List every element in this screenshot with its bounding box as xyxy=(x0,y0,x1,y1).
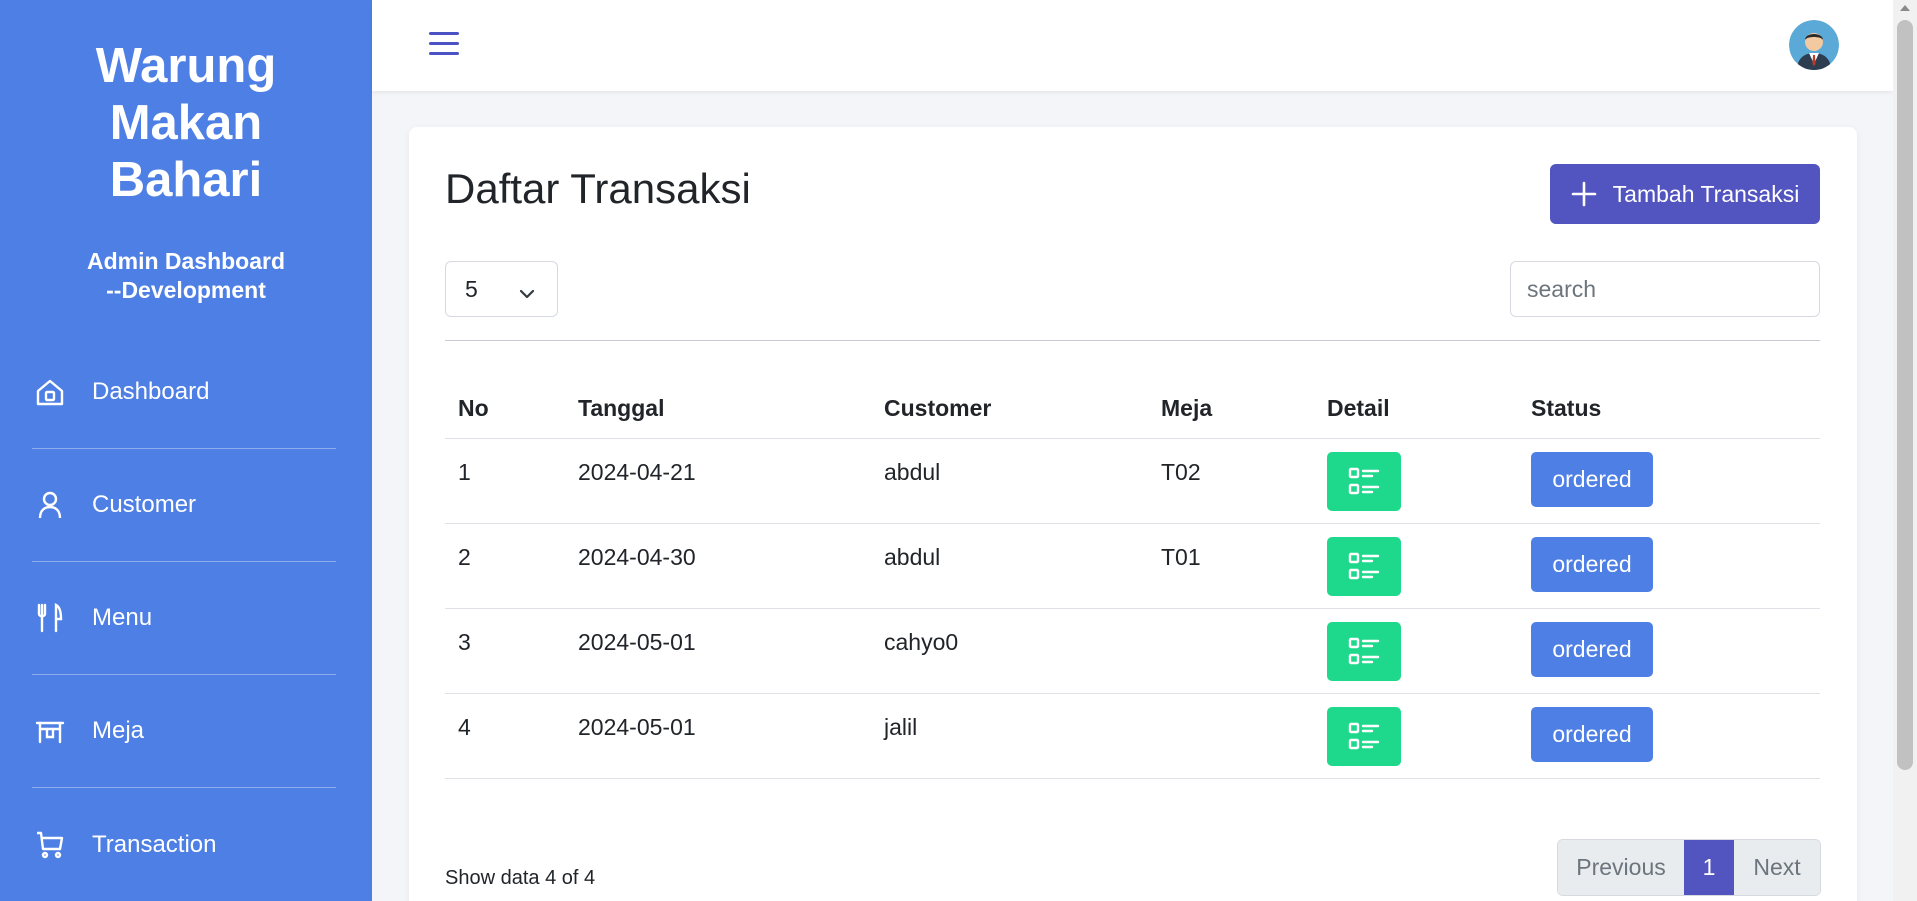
cell-customer: abdul xyxy=(871,523,1148,609)
sidebar-item-dashboard[interactable]: Dashboard xyxy=(32,336,336,449)
brand-line: Makan xyxy=(109,96,263,150)
chevron-down-icon xyxy=(519,281,535,308)
cell-tanggal: 2024-05-01 xyxy=(565,608,871,694)
sidebar: Warung Makan Bahari Admin Dashboard --De… xyxy=(0,0,372,901)
hamburger-icon[interactable] xyxy=(429,32,459,58)
cell-meja xyxy=(1148,608,1314,694)
brand-line: Warung xyxy=(95,39,277,93)
cell-no: 3 xyxy=(445,608,565,694)
cell-detail xyxy=(1314,608,1518,694)
cell-tanggal: 2024-05-01 xyxy=(565,693,871,779)
status-button[interactable]: ordered xyxy=(1531,706,1653,762)
search-input[interactable] xyxy=(1510,261,1820,317)
avatar-icon[interactable] xyxy=(1789,20,1839,70)
cell-tanggal: 2024-04-21 xyxy=(565,438,871,524)
table-icon xyxy=(32,713,68,749)
previous-page-button[interactable]: Previous xyxy=(1558,840,1684,895)
list-detail-icon xyxy=(1348,637,1380,665)
subtitle-line: --Development xyxy=(106,277,266,303)
sidebar-item-customer[interactable]: Customer xyxy=(32,449,336,562)
table-header-row: No Tanggal Customer Meja Detail Status xyxy=(445,379,1820,439)
add-transaction-label: Tambah Transaksi xyxy=(1612,180,1800,207)
table-row: 4 2024-05-01 jalil ordered xyxy=(445,693,1820,779)
sidebar-item-meja[interactable]: Meja xyxy=(32,675,336,788)
cell-meja: T01 xyxy=(1148,523,1314,609)
column-header-status: Status xyxy=(1518,379,1820,439)
divider xyxy=(445,340,1820,341)
scrollbar-thumb[interactable] xyxy=(1897,20,1913,770)
brand-line: Bahari xyxy=(109,153,263,207)
plus-icon xyxy=(1571,181,1597,207)
cell-no: 2 xyxy=(445,523,565,609)
column-header-customer: Customer xyxy=(871,379,1148,439)
utensils-icon xyxy=(32,600,68,636)
user-icon xyxy=(32,487,68,523)
column-header-meja: Meja xyxy=(1148,379,1314,439)
add-transaction-button[interactable]: Tambah Transaksi xyxy=(1550,164,1820,224)
cell-status: ordered xyxy=(1518,438,1820,524)
table-row: 1 2024-04-21 abdul T02 ordered xyxy=(445,438,1820,524)
cell-customer: jalil xyxy=(871,693,1148,779)
cell-no: 1 xyxy=(445,438,565,524)
cell-detail xyxy=(1314,523,1518,609)
pagination: Previous 1 Next xyxy=(1557,839,1821,896)
page-size-select[interactable]: 5 xyxy=(445,261,558,317)
sidebar-item-label: Menu xyxy=(92,604,153,631)
list-detail-icon xyxy=(1348,467,1380,495)
cell-customer: cahyo0 xyxy=(871,608,1148,694)
cell-detail xyxy=(1314,438,1518,524)
column-header-detail: Detail xyxy=(1314,379,1518,439)
detail-button[interactable] xyxy=(1327,706,1401,766)
sidebar-item-menu[interactable]: Menu xyxy=(32,562,336,675)
transaction-card: Daftar Transaksi Tambah Transaksi 5 No T… xyxy=(409,127,1857,901)
cart-icon xyxy=(32,827,68,863)
list-detail-icon xyxy=(1348,722,1380,750)
home-icon xyxy=(32,374,68,410)
page-size-value: 5 xyxy=(465,275,478,302)
transaction-table: No Tanggal Customer Meja Detail Status 1… xyxy=(445,379,1820,779)
cell-status: ordered xyxy=(1518,523,1820,609)
page-title: Daftar Transaksi xyxy=(445,165,751,212)
detail-button[interactable] xyxy=(1327,621,1401,681)
scroll-up-icon[interactable] xyxy=(1900,5,1910,11)
column-header-tanggal: Tanggal xyxy=(565,379,871,439)
list-detail-icon xyxy=(1348,552,1380,580)
subtitle-line: Admin Dashboard xyxy=(86,248,286,274)
cell-tanggal: 2024-04-30 xyxy=(565,523,871,609)
cell-status: ordered xyxy=(1518,693,1820,779)
page-number-button[interactable]: 1 xyxy=(1684,840,1734,895)
sidebar-item-transaction[interactable]: Transaction xyxy=(32,788,336,901)
table-row: 3 2024-05-01 cahyo0 ordered xyxy=(445,608,1820,694)
status-button[interactable]: ordered xyxy=(1531,621,1653,677)
column-header-no: No xyxy=(445,379,565,439)
sidebar-item-label: Transaction xyxy=(92,830,217,858)
cell-no: 4 xyxy=(445,693,565,779)
status-button[interactable]: ordered xyxy=(1531,451,1653,507)
cell-customer: abdul xyxy=(871,438,1148,524)
status-button[interactable]: ordered xyxy=(1531,536,1653,592)
vertical-scrollbar[interactable] xyxy=(1893,0,1917,901)
sidebar-item-label: Customer xyxy=(92,491,197,518)
detail-button[interactable] xyxy=(1327,451,1401,511)
cell-meja xyxy=(1148,693,1314,779)
sidebar-nav: Dashboard Customer Menu Meja Transaction xyxy=(32,336,336,901)
cell-meja: T02 xyxy=(1148,438,1314,524)
brand-subtitle: Admin Dashboard --Development xyxy=(0,247,372,305)
topbar xyxy=(372,0,1893,91)
next-page-button[interactable]: Next xyxy=(1734,840,1820,895)
cell-status: ordered xyxy=(1518,608,1820,694)
cell-detail xyxy=(1314,693,1518,779)
detail-button[interactable] xyxy=(1327,536,1401,596)
sidebar-item-label: Dashboard xyxy=(92,378,210,405)
show-data-count: Show data 4 of 4 xyxy=(445,867,596,889)
sidebar-item-label: Meja xyxy=(92,717,145,744)
table-row: 2 2024-04-30 abdul T01 ordered xyxy=(445,523,1820,609)
brand-title: Warung Makan Bahari xyxy=(0,0,372,209)
